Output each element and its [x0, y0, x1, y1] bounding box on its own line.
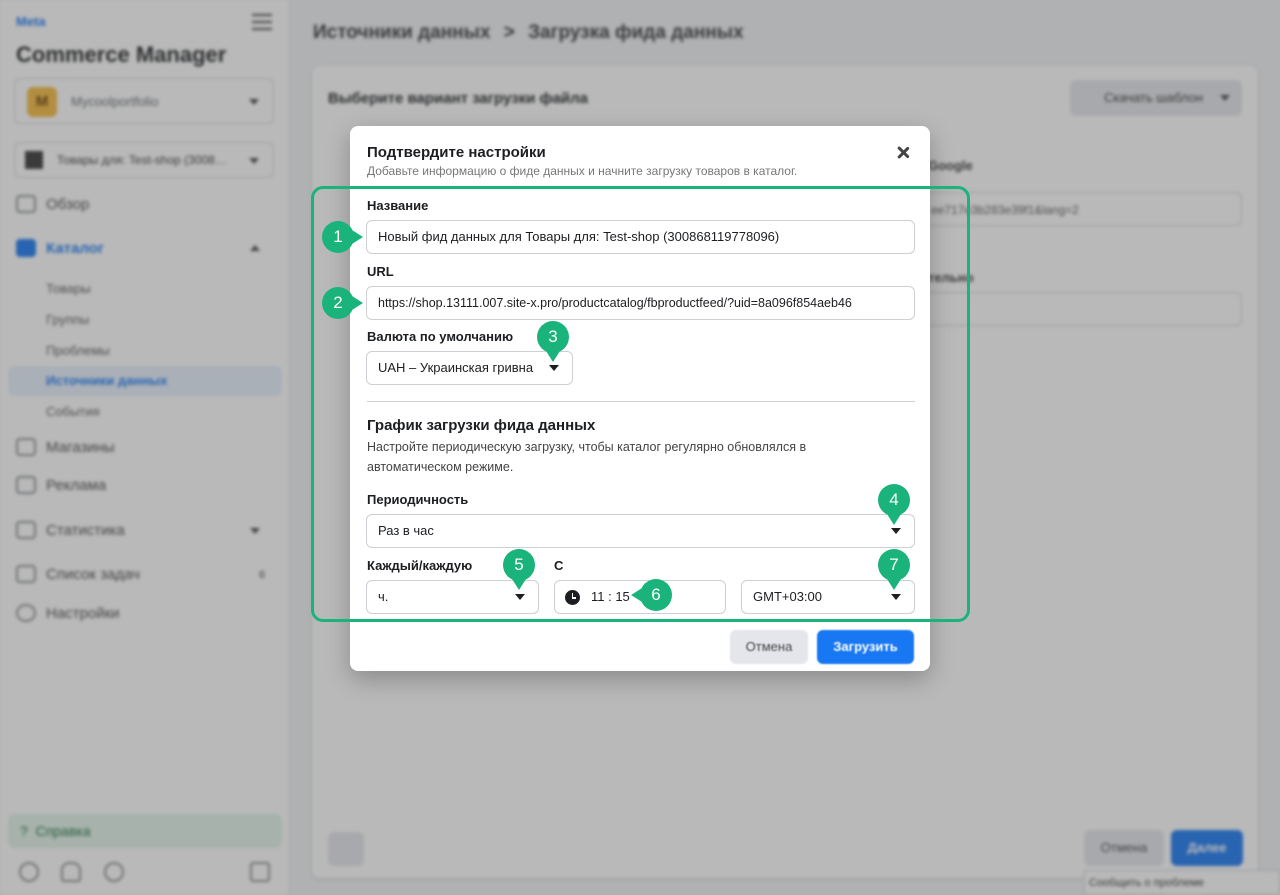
divider	[367, 401, 915, 402]
step-marker-5: 5	[503, 549, 535, 590]
currency-label: Валюта по умолчанию	[367, 329, 514, 344]
currency-select[interactable]: UAH – Украинская гривна	[366, 351, 573, 385]
step-marker-2: 2	[322, 287, 363, 319]
chevron-down-icon	[891, 528, 901, 534]
feed-name-input[interactable]: Новый фид данных для Товары для: Test-sh…	[366, 220, 915, 254]
marker-number: 7	[878, 549, 910, 590]
step-marker-6: 6	[631, 579, 672, 611]
step-marker-3: 3	[537, 321, 569, 362]
marker-number: 5	[503, 549, 535, 590]
clock-icon	[565, 590, 580, 605]
feed-url-input[interactable]: https://shop.13111.007.site-x.pro/produc…	[366, 286, 915, 320]
step-marker-7: 7	[878, 549, 910, 590]
schedule-title: График загрузки фида данных	[367, 417, 596, 434]
schedule-description: Настройте периодическую загрузку, чтобы …	[367, 440, 807, 474]
from-label: С	[554, 558, 564, 573]
every-label: Каждый/каждую	[367, 558, 473, 573]
marker-number: 1	[322, 221, 363, 253]
currency-value: UAH – Украинская гривна	[378, 360, 534, 375]
step-marker-4: 4	[878, 484, 910, 525]
marker-number: 2	[322, 287, 363, 319]
marker-number: 4	[878, 484, 910, 525]
dialog-subtitle: Добавьте информацию о фиде данных и начн…	[367, 164, 798, 178]
timezone-value: GMT+03:00	[753, 589, 823, 604]
time-value: 11 : 15	[591, 589, 630, 604]
marker-number: 6	[631, 579, 672, 611]
every-value: ч.	[378, 589, 389, 604]
url-label: URL	[367, 264, 394, 279]
close-icon[interactable]	[892, 142, 914, 164]
upload-button[interactable]: Загрузить	[817, 630, 914, 664]
marker-number: 3	[537, 321, 569, 362]
cancel-button[interactable]: Отмена	[730, 630, 808, 664]
chevron-down-icon	[549, 365, 559, 371]
name-label: Название	[367, 198, 429, 213]
chevron-down-icon	[515, 594, 525, 600]
dialog-title: Подтвердите настройки	[367, 144, 546, 161]
chevron-down-icon	[891, 594, 901, 600]
frequency-value: Раз в час	[378, 523, 434, 538]
step-marker-1: 1	[322, 221, 363, 253]
frequency-label: Периодичность	[367, 492, 469, 507]
frequency-select[interactable]: Раз в час	[366, 514, 915, 548]
